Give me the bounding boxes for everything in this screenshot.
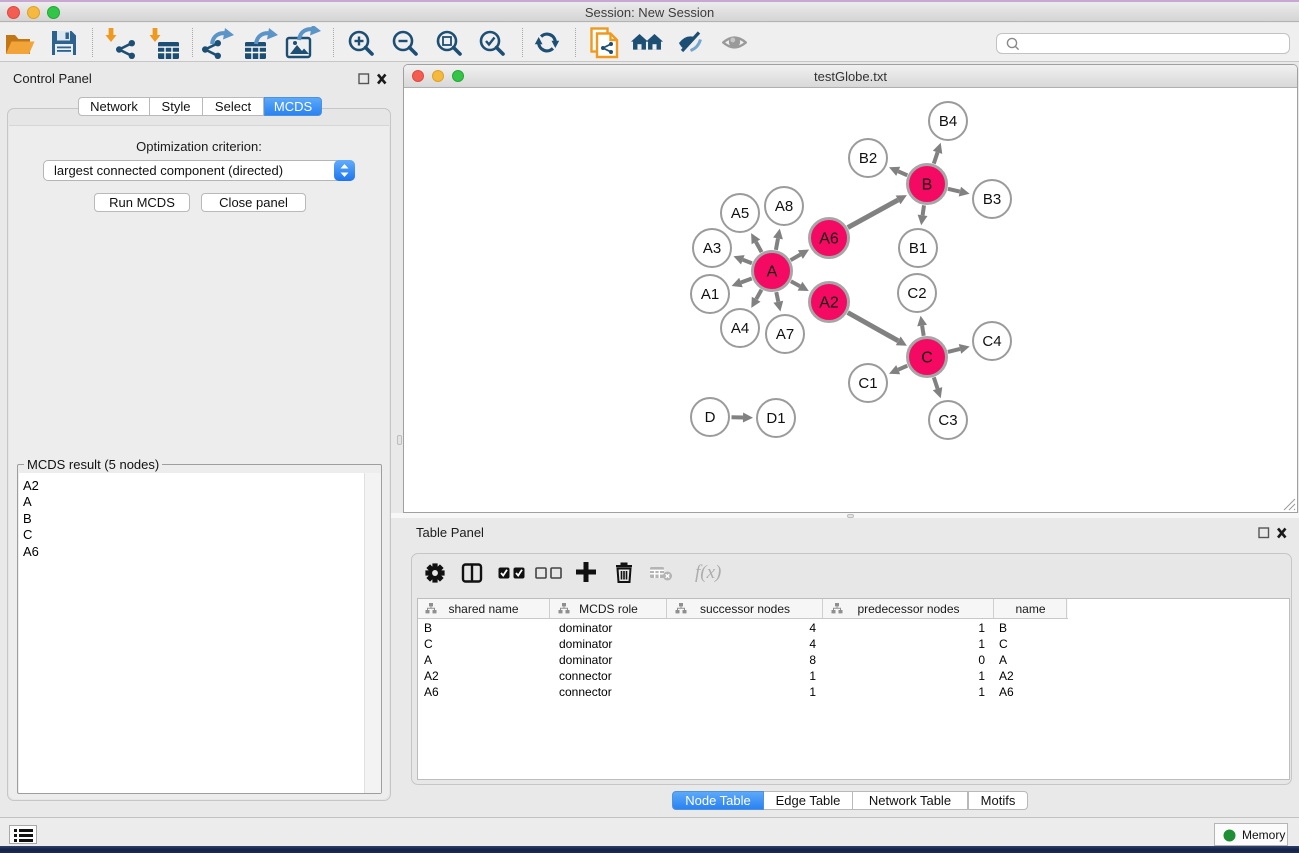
svg-text:A6: A6 (819, 231, 839, 248)
svg-text:C3: C3 (938, 412, 957, 429)
svg-text:A: A (767, 264, 778, 281)
svg-text:B1: B1 (909, 240, 927, 257)
svg-text:D: D (705, 409, 716, 426)
svg-text:A4: A4 (731, 320, 749, 337)
svg-text:A8: A8 (775, 198, 793, 215)
svg-text:B3: B3 (983, 191, 1001, 208)
svg-text:B4: B4 (939, 113, 957, 130)
svg-text:C2: C2 (907, 285, 926, 302)
svg-text:B2: B2 (859, 150, 877, 167)
svg-text:A7: A7 (776, 326, 794, 343)
svg-text:B: B (922, 177, 933, 194)
svg-text:C1: C1 (858, 375, 877, 392)
svg-text:C4: C4 (982, 333, 1001, 350)
svg-text:A1: A1 (701, 286, 719, 303)
svg-text:A5: A5 (731, 205, 749, 222)
svg-text:A3: A3 (703, 240, 721, 257)
svg-text:D1: D1 (766, 410, 785, 427)
svg-text:C: C (921, 350, 933, 367)
svg-text:A2: A2 (819, 295, 839, 312)
